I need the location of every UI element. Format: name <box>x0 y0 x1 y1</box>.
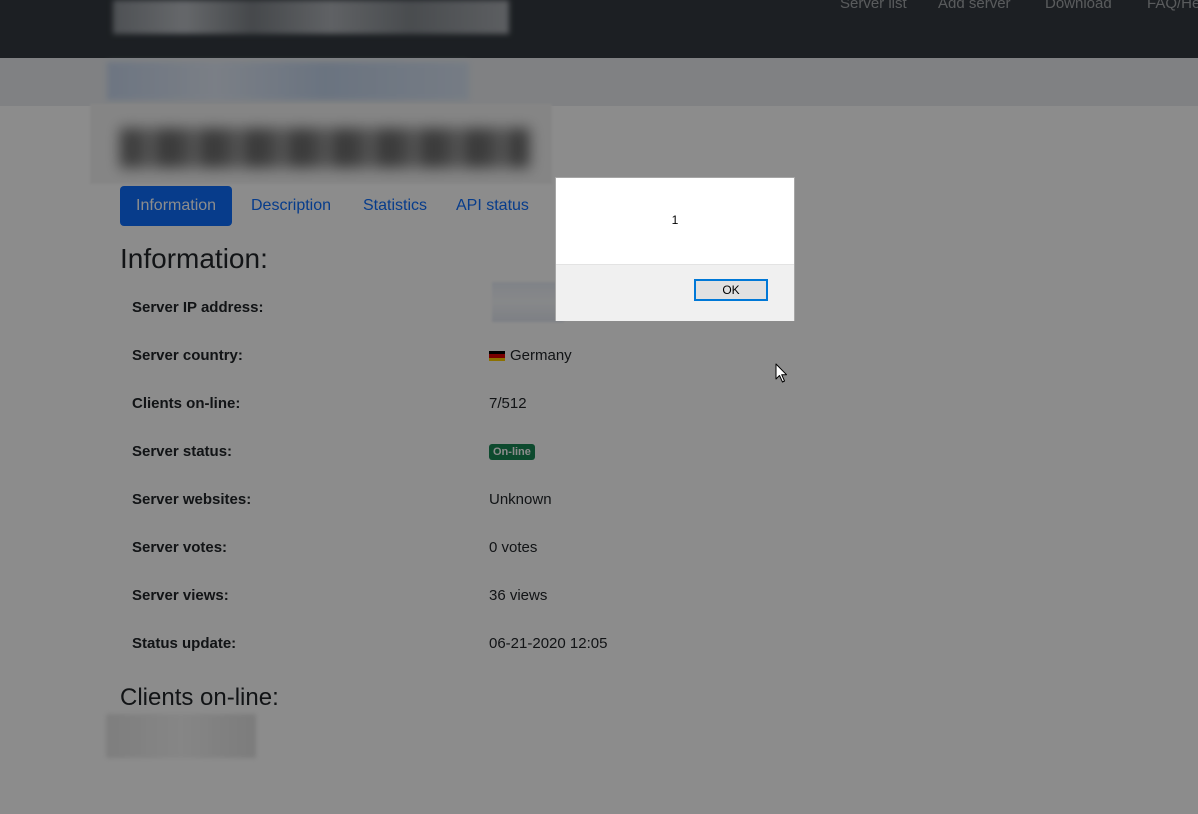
ok-button[interactable]: OK <box>694 279 768 301</box>
mouse-pointer-icon <box>775 363 787 383</box>
alert-footer: OK <box>556 264 794 321</box>
alert-dialog: 1 OK <box>555 177 795 321</box>
modal-overlay <box>0 0 1198 814</box>
alert-message: 1 <box>671 213 679 227</box>
page: Server list Add server Download FAQ/He I… <box>0 0 1198 814</box>
